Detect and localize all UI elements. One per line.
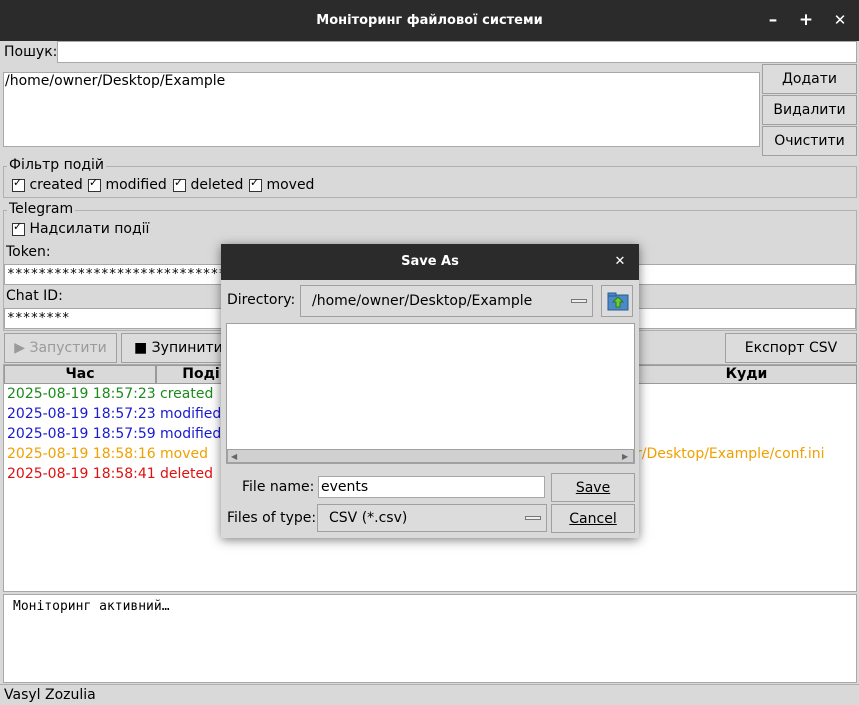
cancel-button-label: Cancel	[569, 511, 617, 527]
title-bar: Моніторинг файлової системи – + ✕	[0, 0, 859, 41]
search-input[interactable]	[57, 41, 857, 63]
filter-moved-checkbox[interactable]: moved	[249, 176, 315, 193]
filter-deleted-checkbox[interactable]: deleted	[173, 176, 244, 193]
stop-button[interactable]: ■ Зупинити	[121, 333, 226, 363]
dialog-title: Save As	[221, 244, 639, 280]
checkbox-check-icon[interactable]	[173, 176, 186, 192]
cell-event: moved	[160, 446, 208, 462]
filter-modified-checkbox[interactable]: modified	[88, 176, 167, 193]
window-title: Моніторинг файлової системи	[316, 13, 543, 28]
save-button-label: Save	[575, 480, 611, 496]
checkbox-check-icon[interactable]	[88, 176, 101, 192]
scroll-right-icon[interactable]: ▶	[622, 452, 628, 461]
maximize-button[interactable]: +	[794, 0, 818, 41]
minimize-button[interactable]: –	[761, 0, 785, 41]
filter-created-checkbox[interactable]: created	[12, 176, 83, 193]
chat-id-label: Chat ID:	[6, 288, 63, 304]
telegram-title: Telegram	[7, 200, 76, 218]
header-time[interactable]: Час	[4, 365, 156, 384]
send-events-checkbox[interactable]: Надсилати події	[12, 220, 150, 237]
cell-time: 2025-08-19 18:57:23	[7, 406, 156, 422]
filter-moved-label: moved	[266, 177, 315, 193]
send-events-label: Надсилати події	[29, 221, 150, 237]
paths-list[interactable]: /home/owner/Desktop/Example	[3, 72, 760, 147]
directory-combobox[interactable]: /home/owner/Desktop/Example	[300, 285, 593, 317]
export-csv-button[interactable]: Експорт CSV	[725, 333, 857, 363]
search-label: Пошук:	[4, 44, 58, 60]
cell-event: modified	[160, 406, 222, 422]
scroll-left-icon[interactable]: ◀	[231, 452, 237, 461]
cell-time: 2025-08-19 18:58:41	[7, 466, 156, 482]
filename-label: File name:	[242, 479, 315, 495]
filter-title: Фільтр подій	[7, 156, 107, 174]
cell-time: 2025-08-19 18:58:16	[7, 446, 156, 462]
cancel-button[interactable]: Cancel	[551, 504, 635, 533]
clear-paths-button[interactable]: Очистити	[762, 126, 857, 156]
add-path-button[interactable]: Додати	[762, 64, 857, 94]
chevron-down-icon	[525, 516, 541, 520]
author-label: Vasyl Zozulia	[4, 687, 96, 703]
filetype-combobox[interactable]: CSV (*.csv)	[317, 504, 547, 532]
checkbox-check-icon[interactable]	[12, 220, 25, 236]
filetype-value: CSV (*.csv)	[329, 510, 408, 526]
file-list[interactable]: ◀ ▶	[226, 323, 635, 464]
path-item[interactable]: /home/owner/Desktop/Example	[5, 73, 225, 90]
save-button[interactable]: Save	[551, 473, 635, 502]
cell-event: deleted	[160, 466, 213, 482]
cell-time: 2025-08-19 18:57:23	[7, 386, 156, 402]
filter-deleted-label: deleted	[190, 177, 244, 193]
filetype-label: Files of type:	[227, 510, 317, 526]
up-folder-button[interactable]	[601, 285, 633, 317]
remove-path-button[interactable]: Видалити	[762, 95, 857, 125]
filter-created-label: created	[29, 177, 83, 193]
chevron-down-icon	[571, 299, 587, 303]
dialog-close-button[interactable]: ✕	[611, 244, 629, 280]
directory-label: Directory:	[227, 292, 296, 308]
cell-event: modified	[160, 426, 222, 442]
horizontal-scrollbar[interactable]: ◀ ▶	[227, 449, 634, 463]
checkbox-check-icon[interactable]	[249, 176, 262, 192]
save-as-dialog: Save As ✕ Directory: /home/owner/Desktop…	[221, 244, 639, 538]
cell-time: 2025-08-19 18:57:59	[7, 426, 156, 442]
filter-modified-label: modified	[105, 177, 167, 193]
filename-input[interactable]: events	[318, 476, 545, 498]
header-to[interactable]: Куди	[636, 365, 857, 384]
start-button[interactable]: ▶ Запустити	[4, 333, 117, 363]
status-bar: Vasyl Zozulia	[0, 684, 859, 705]
checkbox-check-icon[interactable]	[12, 176, 25, 192]
cell-to: r/Desktop/Example/conf.ini	[636, 446, 825, 462]
folder-up-icon	[607, 292, 629, 311]
token-label: Token:	[6, 244, 51, 260]
directory-value: /home/owner/Desktop/Example	[312, 293, 533, 309]
cell-event: created	[160, 386, 214, 402]
close-button[interactable]: ✕	[828, 0, 852, 41]
log-output[interactable]: Моніторинг активний…	[3, 594, 857, 683]
